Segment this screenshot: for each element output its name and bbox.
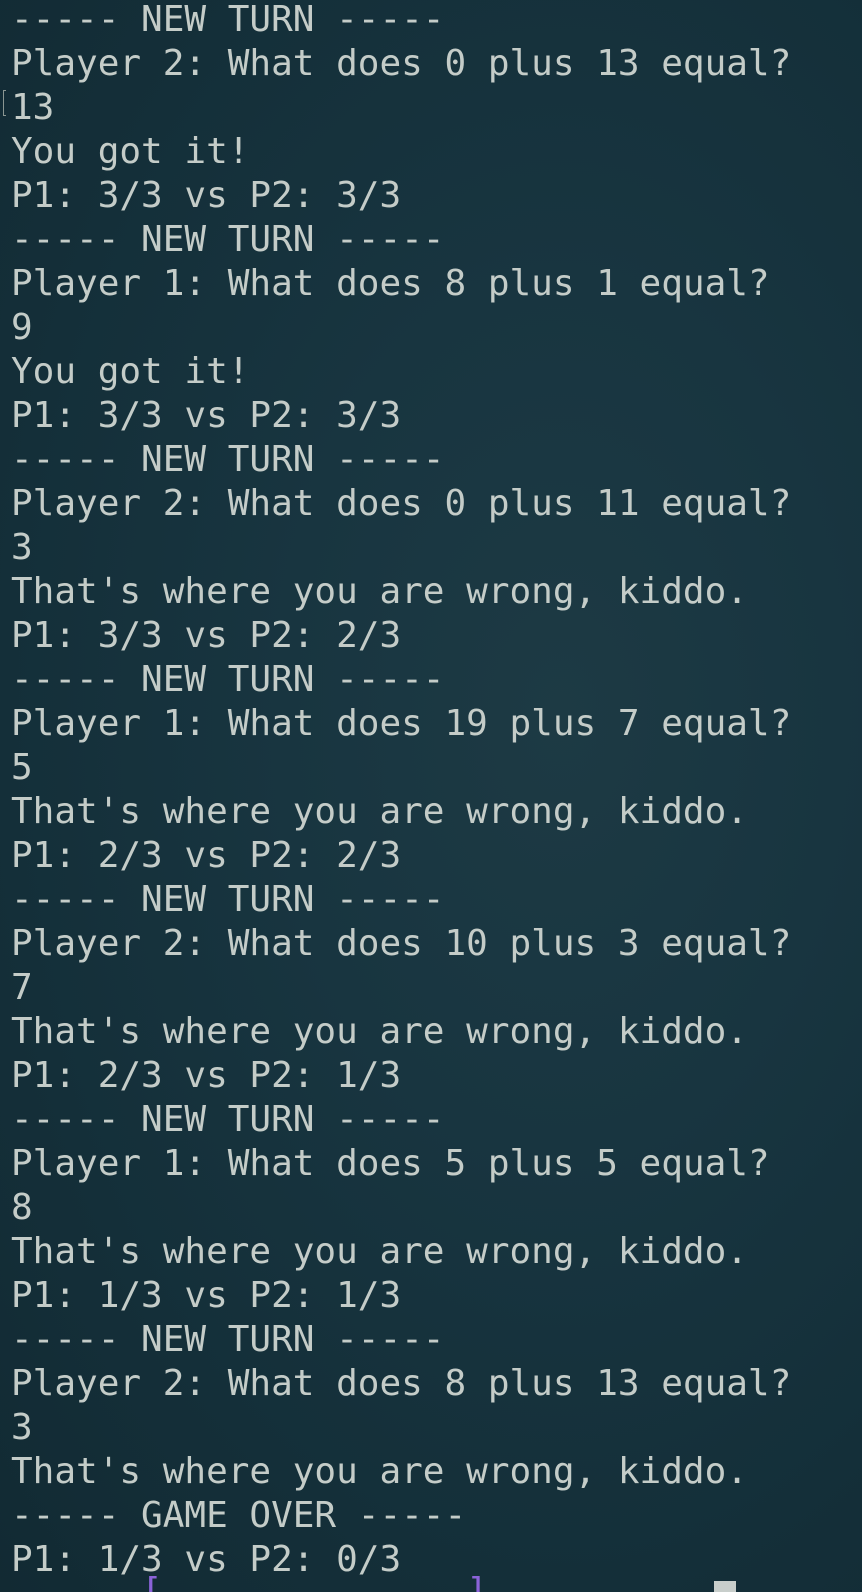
terminal-line-input: 5 — [11, 747, 33, 788]
terminal-line-input: 3 — [11, 1407, 33, 1448]
terminal-line-separator: ----- NEW TURN ----- — [11, 219, 445, 260]
terminal-line-score: P1: 3/3 vs P2: 2/3 — [11, 615, 402, 656]
terminal-line-question: Player 2: What does 0 plus 11 equal? — [11, 483, 792, 524]
terminal-line-separator: ----- NEW TURN ----- — [11, 1319, 445, 1360]
terminal-line-question: Player 2: What does 10 plus 3 equal? — [11, 923, 792, 964]
terminal-line-input: 9 — [11, 307, 33, 348]
terminal-line-separator: ----- NEW TURN ----- — [11, 1099, 445, 1140]
terminal-line-question: Player 2: What does 8 plus 13 equal? — [11, 1363, 792, 1404]
terminal-line-separator: ----- NEW TURN ----- — [11, 659, 445, 700]
terminal-line-separator: ----- NEW TURN ----- — [11, 0, 445, 40]
terminal-line-result: That's where you are wrong, kiddo. — [11, 571, 748, 612]
terminal-line-input: 13 — [11, 87, 55, 128]
terminal-line-separator: ----- NEW TURN ----- — [11, 879, 445, 920]
terminal-output: ----- NEW TURN ----- Player 2: What does … — [11, 0, 862, 1582]
terminal-line-question: Player 1: What does 8 plus 1 equal? — [11, 263, 770, 304]
terminal-line-score: P1: 3/3 vs P2: 3/3 — [11, 175, 402, 216]
terminal-line-question: Player 2: What does 0 plus 13 equal? — [11, 43, 792, 84]
shell-prompt: [ ] — [141, 1571, 488, 1592]
text-cursor[interactable] — [714, 1581, 736, 1592]
terminal-line-result: That's where you are wrong, kiddo. — [11, 1011, 748, 1052]
terminal-line-result: That's where you are wrong, kiddo. — [11, 1231, 748, 1272]
terminal-line-score: P1: 2/3 vs P2: 2/3 — [11, 835, 402, 876]
terminal-line-result: You got it! — [11, 351, 250, 392]
terminal-window[interactable]: ----- NEW TURN ----- Player 2: What does … — [0, 0, 862, 1592]
terminal-line-score: P1: 2/3 vs P2: 1/3 — [11, 1055, 402, 1096]
terminal-line-separator: ----- GAME OVER ----- — [11, 1495, 467, 1536]
terminal-line-result: You got it! — [11, 131, 250, 172]
terminal-line-question: Player 1: What does 5 plus 5 equal? — [11, 1143, 770, 1184]
terminal-line-input: 3 — [11, 527, 33, 568]
terminal-line-question: Player 1: What does 19 plus 7 equal? — [11, 703, 792, 744]
terminal-line-result: That's where you are wrong, kiddo. — [11, 1451, 748, 1492]
terminal-line-result: That's where you are wrong, kiddo. — [11, 791, 748, 832]
terminal-line-score: P1: 1/3 vs P2: 1/3 — [11, 1275, 402, 1316]
terminal-line-input: 8 — [11, 1187, 33, 1228]
terminal-line-score: P1: 3/3 vs P2: 3/3 — [11, 395, 402, 436]
line-marker — [3, 90, 6, 116]
terminal-line-input: 7 — [11, 967, 33, 1008]
terminal-line-separator: ----- NEW TURN ----- — [11, 439, 445, 480]
